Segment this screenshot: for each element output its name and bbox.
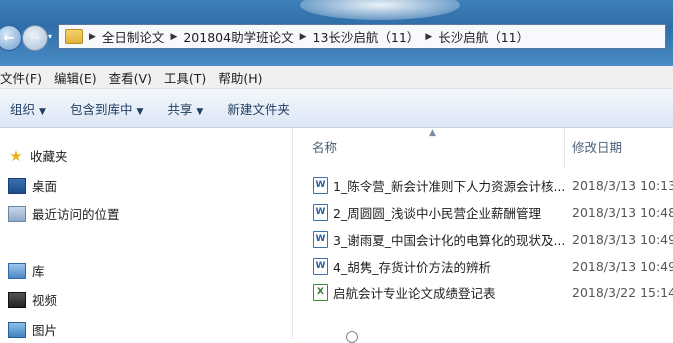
nav-item-videos[interactable]: 视频: [8, 290, 57, 309]
column-header-name[interactable]: 名称: [312, 137, 337, 156]
desktop-icon: [8, 177, 26, 194]
sort-ascending-icon: ▲: [429, 128, 436, 138]
recent-places-icon: [8, 205, 26, 222]
video-icon: [8, 291, 26, 308]
file-modified-date: 2018/3/13 10:13: [572, 177, 673, 193]
file-row[interactable]: W 2_周圆圆_浅谈中小民营企业薪酬管理 2018/3/13 10:48: [293, 201, 673, 223]
file-row[interactable]: X 启航会计专业论文成绩登记表 2018/3/22 15:14: [293, 281, 673, 303]
nav-item-favorites[interactable]: ★ 收藏夹: [8, 146, 68, 165]
chevron-down-icon: ▼: [136, 106, 144, 117]
navigation-pane: ★ 收藏夹 桌面 最近访问的位置 库 视频 图片: [0, 128, 293, 339]
share-label: 共享: [167, 101, 193, 117]
organize-button[interactable]: 组织 ▼: [10, 99, 46, 118]
nav-label: 桌面: [32, 179, 58, 194]
file-name: 4_胡隽_存货计价方法的辨析: [333, 259, 491, 275]
breadcrumb-item[interactable]: 全日制论文: [102, 27, 165, 46]
star-icon: ★: [9, 146, 23, 165]
file-modified-date: 2018/3/13 10:48: [572, 204, 673, 220]
window-titlebar: ← → ▾ ▶ 全日制论文 ▶ 201804助学班论文 ▶ 13长沙启航（11）…: [0, 0, 673, 66]
nav-label: 收藏夹: [30, 149, 68, 164]
nav-item-recent-places[interactable]: 最近访问的位置: [8, 204, 120, 223]
file-list: ▲ 名称 修改日期 W 1_陈令营_新会计准则下人力资源会计核... 2018/…: [293, 128, 673, 343]
address-bar[interactable]: ▶ 全日制论文 ▶ 201804助学班论文 ▶ 13长沙启航（11） ▶ 长沙启…: [58, 24, 666, 49]
title-glow: [300, 0, 460, 20]
nav-item-desktop[interactable]: 桌面: [8, 176, 57, 195]
nav-label: 库: [32, 264, 45, 279]
file-modified-date: 2018/3/13 10:49: [572, 258, 673, 274]
share-button[interactable]: 共享 ▼: [167, 99, 203, 118]
new-folder-button[interactable]: 新建文件夹: [227, 99, 290, 118]
file-name: 启航会计专业论文成绩登记表: [333, 285, 496, 301]
organize-label: 组织: [10, 101, 36, 117]
word-doc-icon: W: [313, 257, 328, 275]
menu-help[interactable]: 帮助(H): [218, 68, 262, 87]
pictures-icon: [8, 321, 26, 338]
column-divider[interactable]: [564, 128, 565, 168]
command-toolbar: 组织 ▼ 包含到库中 ▼ 共享 ▼ 新建文件夹: [0, 89, 673, 128]
library-icon: [8, 262, 26, 279]
chevron-right-icon[interactable]: ▶: [300, 32, 307, 42]
forward-button[interactable]: →: [22, 25, 48, 51]
breadcrumb-item[interactable]: 13长沙启航（11）: [313, 27, 420, 46]
file-name: 2_周圆圆_浅谈中小民营企业薪酬管理: [333, 205, 541, 221]
nav-item-pictures[interactable]: 图片: [8, 320, 57, 339]
word-doc-icon: W: [313, 230, 328, 248]
menu-view[interactable]: 查看(V): [109, 68, 152, 87]
cursor-indicator: [346, 331, 358, 343]
file-modified-date: 2018/3/13 10:49: [572, 231, 673, 247]
file-row[interactable]: W 1_陈令营_新会计准则下人力资源会计核... 2018/3/13 10:13: [293, 174, 673, 196]
chevron-down-icon: ▼: [39, 106, 46, 117]
chevron-right-icon[interactable]: ▶: [425, 32, 432, 42]
menu-bar: 文件(F) 编辑(E) 查看(V) 工具(T) 帮助(H): [0, 66, 673, 89]
back-button[interactable]: ←: [0, 25, 22, 51]
folder-icon: [65, 29, 83, 44]
column-header-modified[interactable]: 修改日期: [572, 137, 622, 156]
breadcrumb-item[interactable]: 201804助学班论文: [183, 27, 293, 46]
word-doc-icon: W: [313, 176, 328, 194]
recent-pages-dropdown[interactable]: ▾: [48, 32, 52, 41]
chevron-down-icon: ▼: [196, 106, 204, 117]
excel-sheet-icon: X: [313, 283, 328, 301]
menu-tools[interactable]: 工具(T): [164, 68, 206, 87]
file-name: 3_谢雨夏_中国会计化的电算化的现状及...: [333, 232, 566, 248]
nav-label: 视频: [32, 293, 58, 308]
file-modified-date: 2018/3/22 15:14: [572, 284, 673, 300]
menu-file[interactable]: 文件(F): [0, 68, 42, 87]
file-row[interactable]: W 3_谢雨夏_中国会计化的电算化的现状及... 2018/3/13 10:49: [293, 228, 673, 250]
word-doc-icon: W: [313, 203, 328, 221]
file-row[interactable]: W 4_胡隽_存货计价方法的辨析 2018/3/13 10:49: [293, 255, 673, 277]
nav-label: 最近访问的位置: [32, 207, 120, 222]
nav-item-libraries[interactable]: 库: [8, 261, 45, 280]
include-library-label: 包含到库中: [69, 101, 133, 117]
chevron-right-icon[interactable]: ▶: [89, 32, 96, 42]
chevron-right-icon[interactable]: ▶: [170, 32, 177, 42]
breadcrumb-item[interactable]: 长沙启航（11）: [438, 27, 529, 46]
file-name: 1_陈令营_新会计准则下人力资源会计核...: [333, 178, 566, 194]
menu-edit[interactable]: 编辑(E): [54, 68, 97, 87]
nav-label: 图片: [32, 323, 58, 338]
include-in-library-button[interactable]: 包含到库中 ▼: [70, 99, 143, 118]
